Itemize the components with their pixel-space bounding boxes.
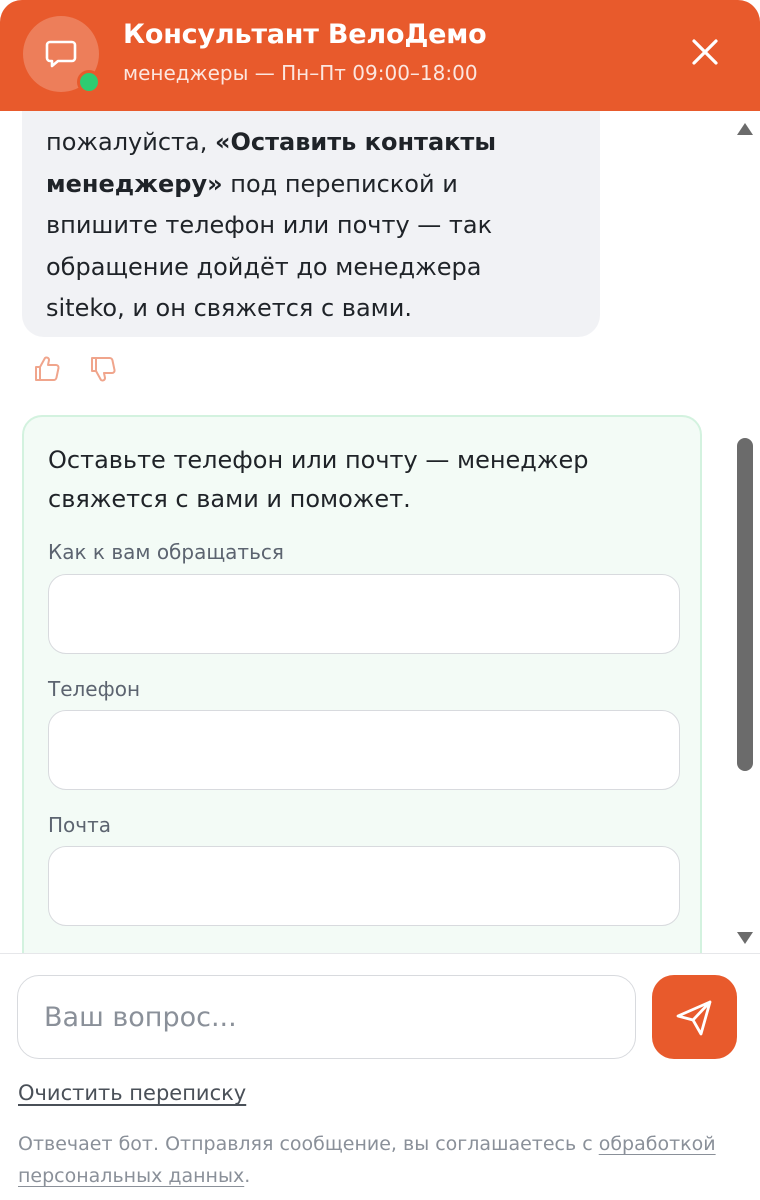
online-status-dot: [77, 70, 101, 94]
msg-line4: обращение дойдёт до менеджера: [46, 252, 482, 281]
send-icon: [676, 1000, 712, 1036]
msg-line3: впишите телефон или почту — так: [46, 211, 493, 239]
chat-subtitle: менеджеры — Пн–Пт 09:00–18:00: [123, 61, 478, 85]
name-input[interactable]: [48, 574, 680, 654]
close-button[interactable]: [683, 30, 727, 74]
clear-chat-link[interactable]: Очистить переписку: [18, 1081, 246, 1105]
phone-field-label: Телефон: [48, 677, 141, 701]
msg-line5: siteko, и он свяжется с вами.: [46, 294, 412, 322]
chat-title: Консультант ВелоДемо: [123, 19, 487, 50]
lead-form-intro: Оставьте телефон или почту — менеджер св…: [48, 441, 668, 519]
email-input[interactable]: [48, 846, 680, 926]
composer-divider: [0, 953, 760, 954]
messages-area[interactable]: пожалуйста, «Оставить контакты менеджеру…: [0, 111, 760, 953]
thumbs-down-icon: [91, 357, 116, 382]
lead-intro-line2: свяжется с вами и поможет.: [48, 485, 411, 513]
msg-line2-post: под перепиской и: [222, 169, 458, 198]
phone-input[interactable]: [48, 710, 680, 790]
bot-message-text: пожалуйста, «Оставить контакты менеджеру…: [46, 122, 586, 330]
scrollbar-thumb[interactable]: [737, 438, 753, 771]
msg-line2-bold: менеджеру»: [46, 169, 223, 198]
close-icon: [692, 39, 718, 65]
scroll-up-arrow[interactable]: [736, 121, 754, 135]
name-field-label: Как к вам обращаться: [48, 540, 284, 564]
chat-bubble-icon: [45, 40, 77, 68]
privacy-link-1[interactable]: обработкой: [599, 1133, 716, 1155]
msg-line1-bold: «Оставить контакты: [214, 128, 497, 156]
dislike-button[interactable]: [88, 354, 118, 384]
disclaimer-end: .: [244, 1165, 251, 1187]
like-button[interactable]: [32, 354, 62, 384]
disclaimer-body: Отвечает бот. Отправляя сообщение, вы со…: [18, 1133, 599, 1155]
question-input[interactable]: [17, 975, 636, 1059]
lead-form-card: Оставьте телефон или почту — менеджер св…: [22, 415, 702, 953]
send-button[interactable]: [652, 975, 737, 1059]
email-field-label: Почта: [48, 813, 111, 837]
thumbs-up-icon: [35, 356, 60, 381]
chat-header: Консультант ВелоДемо менеджеры — Пн–Пт 0…: [0, 0, 760, 111]
msg-line1-pre: пожалуйста,: [46, 128, 215, 156]
scroll-down-arrow[interactable]: [736, 930, 754, 944]
disclaimer-text: Отвечает бот. Отправляя сообщение, вы со…: [18, 1128, 738, 1192]
lead-intro-line1: Оставьте телефон или почту — менеджер: [48, 446, 589, 474]
privacy-link-2[interactable]: персональных данных: [18, 1165, 244, 1187]
